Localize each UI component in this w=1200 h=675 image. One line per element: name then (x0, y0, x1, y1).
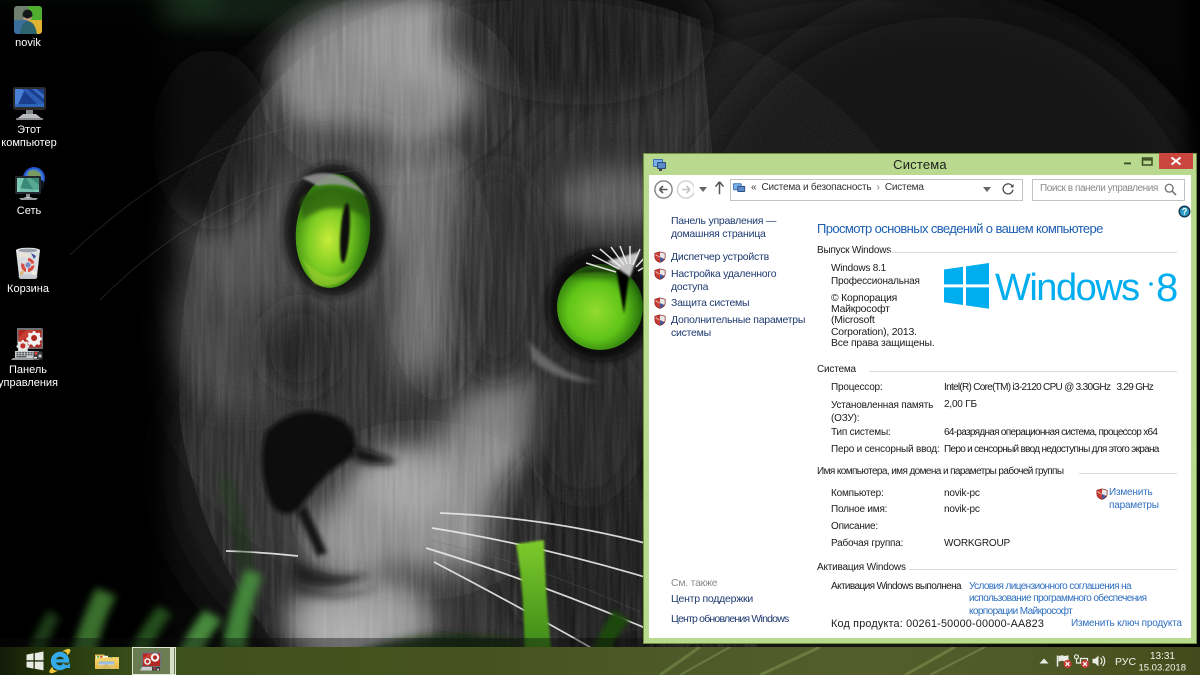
svg-text:Windows: Windows (995, 267, 1139, 309)
svg-text:8: 8 (1156, 266, 1178, 310)
svg-text:?: ? (1182, 207, 1187, 217)
svg-text:13:31: 13:31 (1150, 651, 1175, 662)
svg-text:15.03.2018: 15.03.2018 (1138, 663, 1186, 674)
svg-text:РУС: РУС (1115, 656, 1136, 668)
